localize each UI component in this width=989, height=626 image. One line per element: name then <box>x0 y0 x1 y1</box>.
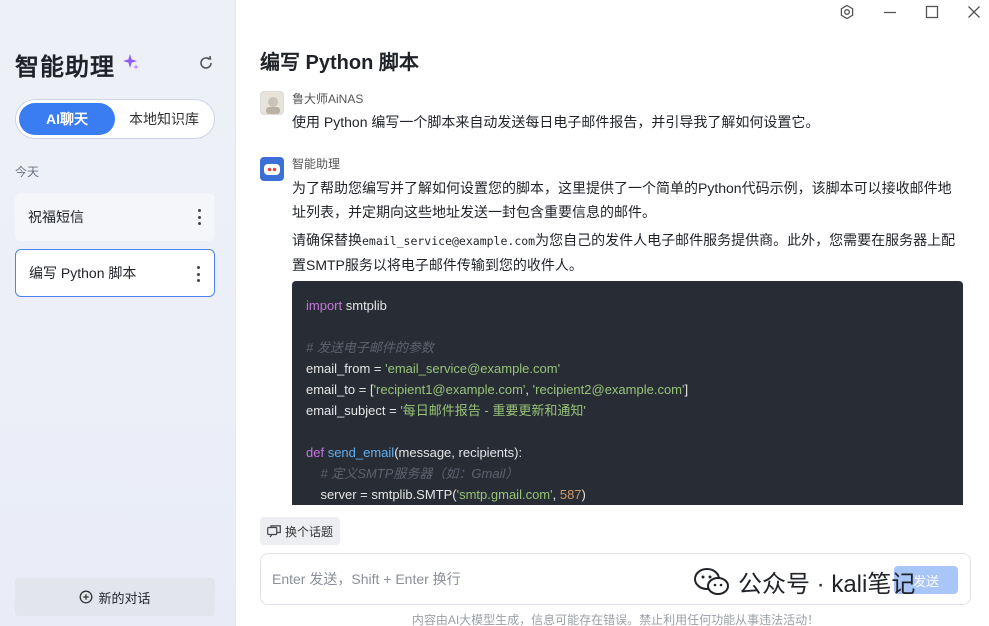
tab-ai-chat[interactable]: AI聊天 <box>19 103 115 135</box>
app-title: 智能助理 <box>15 54 115 81</box>
minimize-icon[interactable] <box>882 4 898 20</box>
inline-code: email_service@example.com <box>362 234 536 248</box>
chat-title: 编写 Python 脚本 <box>260 52 419 74</box>
switch-topic-button[interactable]: 换个话题 <box>260 517 340 545</box>
assistant-paragraph: 为了帮助您编写并了解如何设置您的脚本，这里提供了一个简单的Python代码示例，… <box>292 180 952 220</box>
code-line: # 发送电子邮件的参数 <box>306 340 434 355</box>
close-icon[interactable] <box>966 4 982 20</box>
assistant-avatar <box>260 157 284 181</box>
mode-tabs: AI聊天 本地知识库 <box>15 99 215 139</box>
conversation-item[interactable]: 祝福短信 <box>15 193 215 241</box>
more-icon[interactable] <box>196 266 200 282</box>
sidebar: 智能助理 AI聊天 本地知识库 今天 祝福短信 编写 Python 脚本 新的对… <box>0 0 236 626</box>
code-block: import smtplib # 发送电子邮件的参数 email_from = … <box>292 281 963 505</box>
wechat-icon <box>694 567 729 595</box>
maximize-icon[interactable] <box>924 4 940 20</box>
code-line: def send_email(message, recipients): <box>306 445 523 460</box>
section-label-today: 今天 <box>15 165 40 179</box>
ai-disclaimer: 内容由AI大模型生成，信息可能存在错误。禁止利用任何功能从事违法活动！ <box>411 613 820 626</box>
conversation-title: 祝福短信 <box>28 209 84 225</box>
settings-icon[interactable] <box>839 4 855 20</box>
tab-local-knowledge[interactable]: 本地知识库 <box>116 103 212 135</box>
code-line: # 定义SMTP服务器（如：Gmail） <box>306 466 519 481</box>
new-chat-button[interactable]: 新的对话 <box>15 578 215 616</box>
code-line: server = smtplib.SMTP('smtp.gmail.com', … <box>306 487 586 502</box>
watermark: 公众号 · kali笔记 <box>694 564 915 599</box>
sparkle-icon <box>123 54 139 70</box>
more-icon[interactable] <box>197 209 201 225</box>
watermark-text: 公众号 · kali笔记 <box>738 571 916 598</box>
code-line: email_from = 'email_service@example.com' <box>306 361 561 376</box>
conversation-title: 编写 Python 脚本 <box>29 265 137 281</box>
code-line: email_to = ['recipient1@example.com', 'r… <box>306 382 689 397</box>
code-line: email_subject = '每日邮件报告 - 重要更新和通知' <box>306 403 586 418</box>
assistant-paragraph: 请确保替换email_service@example.com为您自己的发件人电子… <box>292 232 956 273</box>
code-line: import smtplib <box>306 298 387 313</box>
user-name: 鲁大师AiNAS <box>292 92 364 106</box>
switch-topic-label: 换个话题 <box>284 524 333 539</box>
new-chat-label: 新的对话 <box>98 590 151 606</box>
assistant-name: 智能助理 <box>292 157 341 171</box>
conversation-item-selected[interactable]: 编写 Python 脚本 <box>15 249 215 297</box>
user-message: 使用 Python 编写一个脚本来自动发送每日电子邮件报告，并引导我了解如何设置… <box>292 114 820 130</box>
add-circle-icon <box>80 590 93 604</box>
refresh-icon[interactable] <box>198 55 214 71</box>
user-avatar <box>260 91 284 115</box>
switch-topic-icon <box>267 524 281 537</box>
